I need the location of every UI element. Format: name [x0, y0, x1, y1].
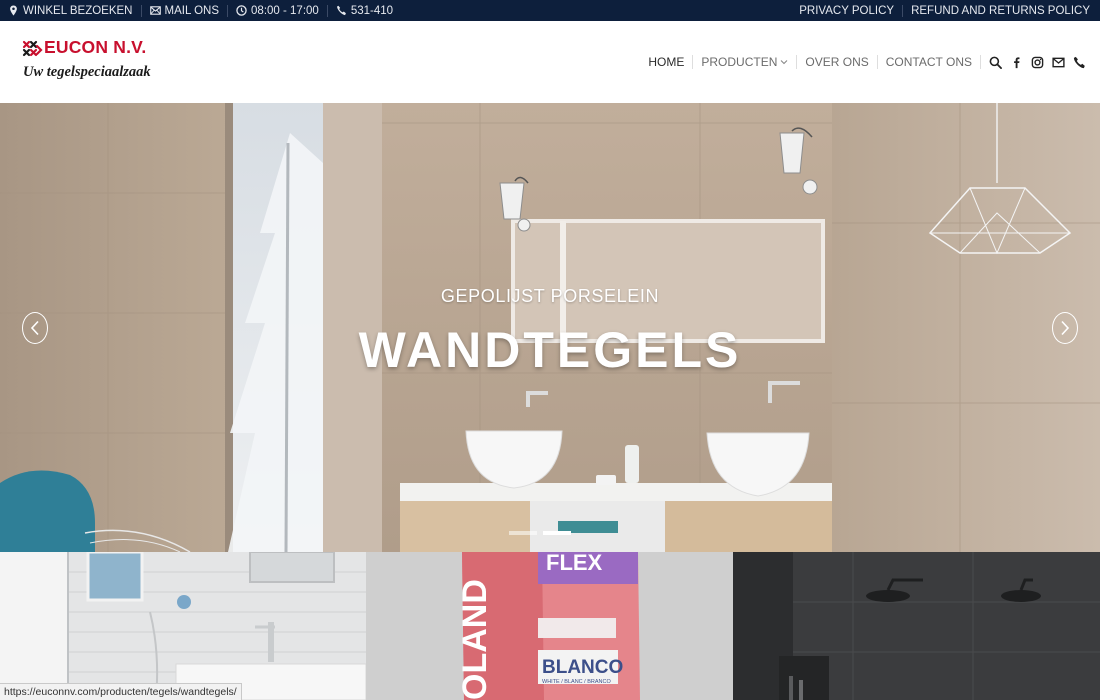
category-tile-adhesive[interactable]: FLEX OLAND BLANCO WHITE / BLANC / BRANCO: [366, 552, 733, 700]
hours-label: 08:00 - 17:00: [251, 4, 319, 17]
nav-item-over-ons[interactable]: OVER ONS: [797, 55, 876, 69]
mail-label: MAIL ONS: [164, 4, 220, 17]
chevron-right-icon: [1061, 320, 1070, 336]
logo-mark-icon: [22, 40, 43, 57]
search-icon[interactable]: [989, 56, 1002, 69]
divider: [980, 55, 981, 69]
facebook-icon[interactable]: [1010, 56, 1023, 69]
visit-store-link[interactable]: WINKEL BEZOEKEN: [8, 0, 133, 21]
chevron-down-icon: [781, 60, 788, 65]
category-tiles: FLEX OLAND BLANCO WHITE / BLANC / BRANCO: [0, 552, 1100, 700]
hero-slider: GEPOLIJST PORSELEIN WANDTEGELS: [0, 103, 1100, 552]
slider-next-button[interactable]: [1052, 312, 1078, 344]
opening-hours: 08:00 - 17:00: [236, 0, 319, 21]
refund-policy-link[interactable]: REFUND AND RETURNS POLICY: [911, 0, 1090, 21]
tile-bathroom-image: [0, 552, 366, 700]
phone-link[interactable]: 531-410: [336, 0, 393, 21]
nav-item-contact-ons[interactable]: CONTACT ONS: [878, 55, 980, 69]
clock-icon: [236, 5, 247, 16]
divider: [902, 4, 904, 17]
site-logo[interactable]: EUCON N.V. Uw tegelspeciaalzaak: [22, 36, 162, 88]
main-nav: HOME PRODUCTEN OVER ONS CONTACT ONS: [640, 55, 1086, 69]
browser-status-url: https://euconnv.com/producten/tegels/wan…: [0, 683, 242, 700]
divider: [140, 4, 142, 17]
phone-label: 531-410: [350, 4, 394, 17]
logo-tagline: Uw tegelspeciaalzaak: [23, 64, 151, 80]
category-tile-shower[interactable]: [733, 552, 1100, 700]
phone-icon: [336, 5, 346, 16]
bag-side-text: OLAND: [456, 579, 494, 700]
nav-item-producten[interactable]: PRODUCTEN: [693, 55, 796, 69]
slider-dot-active[interactable]: [543, 531, 571, 535]
tile-adhesive-bag-image: FLEX OLAND BLANCO WHITE / BLANC / BRANCO: [366, 552, 733, 700]
instagram-icon[interactable]: [1031, 56, 1044, 69]
nav-item-home[interactable]: HOME: [640, 55, 692, 69]
slider-dots: [509, 531, 571, 535]
bag-color-text: BLANCO: [542, 657, 623, 678]
mail-link[interactable]: MAIL ONS: [149, 0, 220, 21]
mail-icon[interactable]: [1052, 56, 1065, 69]
map-pin-icon: [10, 5, 17, 16]
hero-title[interactable]: WANDTEGELS: [0, 321, 1100, 379]
envelope-icon: [149, 6, 161, 15]
logo-title: EUCON N.V.: [44, 37, 147, 57]
phone-icon[interactable]: [1073, 56, 1086, 69]
slider-prev-button[interactable]: [22, 312, 48, 344]
privacy-policy-link[interactable]: PRIVACY POLICY: [799, 0, 894, 21]
divider: [227, 4, 229, 17]
divider: [326, 4, 328, 17]
category-tile-bathroom[interactable]: [0, 552, 366, 700]
slider-dot[interactable]: [509, 531, 537, 535]
site-header: EUCON N.V. Uw tegelspeciaalzaak HOME PRO…: [0, 21, 1100, 103]
hero-subtitle: GEPOLIJST PORSELEIN: [440, 286, 660, 306]
bag-color-sub-text: WHITE / BLANC / BRANCO: [542, 679, 611, 685]
nav-item-label: PRODUCTEN: [701, 55, 778, 69]
bag-brand-text: FLEX: [546, 552, 603, 575]
tile-shower-image: [733, 552, 1100, 700]
nav-icons: [989, 56, 1086, 69]
top-bar: WINKEL BEZOEKEN MAIL ONS 08:00 - 17:00 5…: [0, 0, 1100, 21]
visit-store-label: WINKEL BEZOEKEN: [23, 4, 133, 17]
chevron-left-icon: [30, 320, 39, 336]
